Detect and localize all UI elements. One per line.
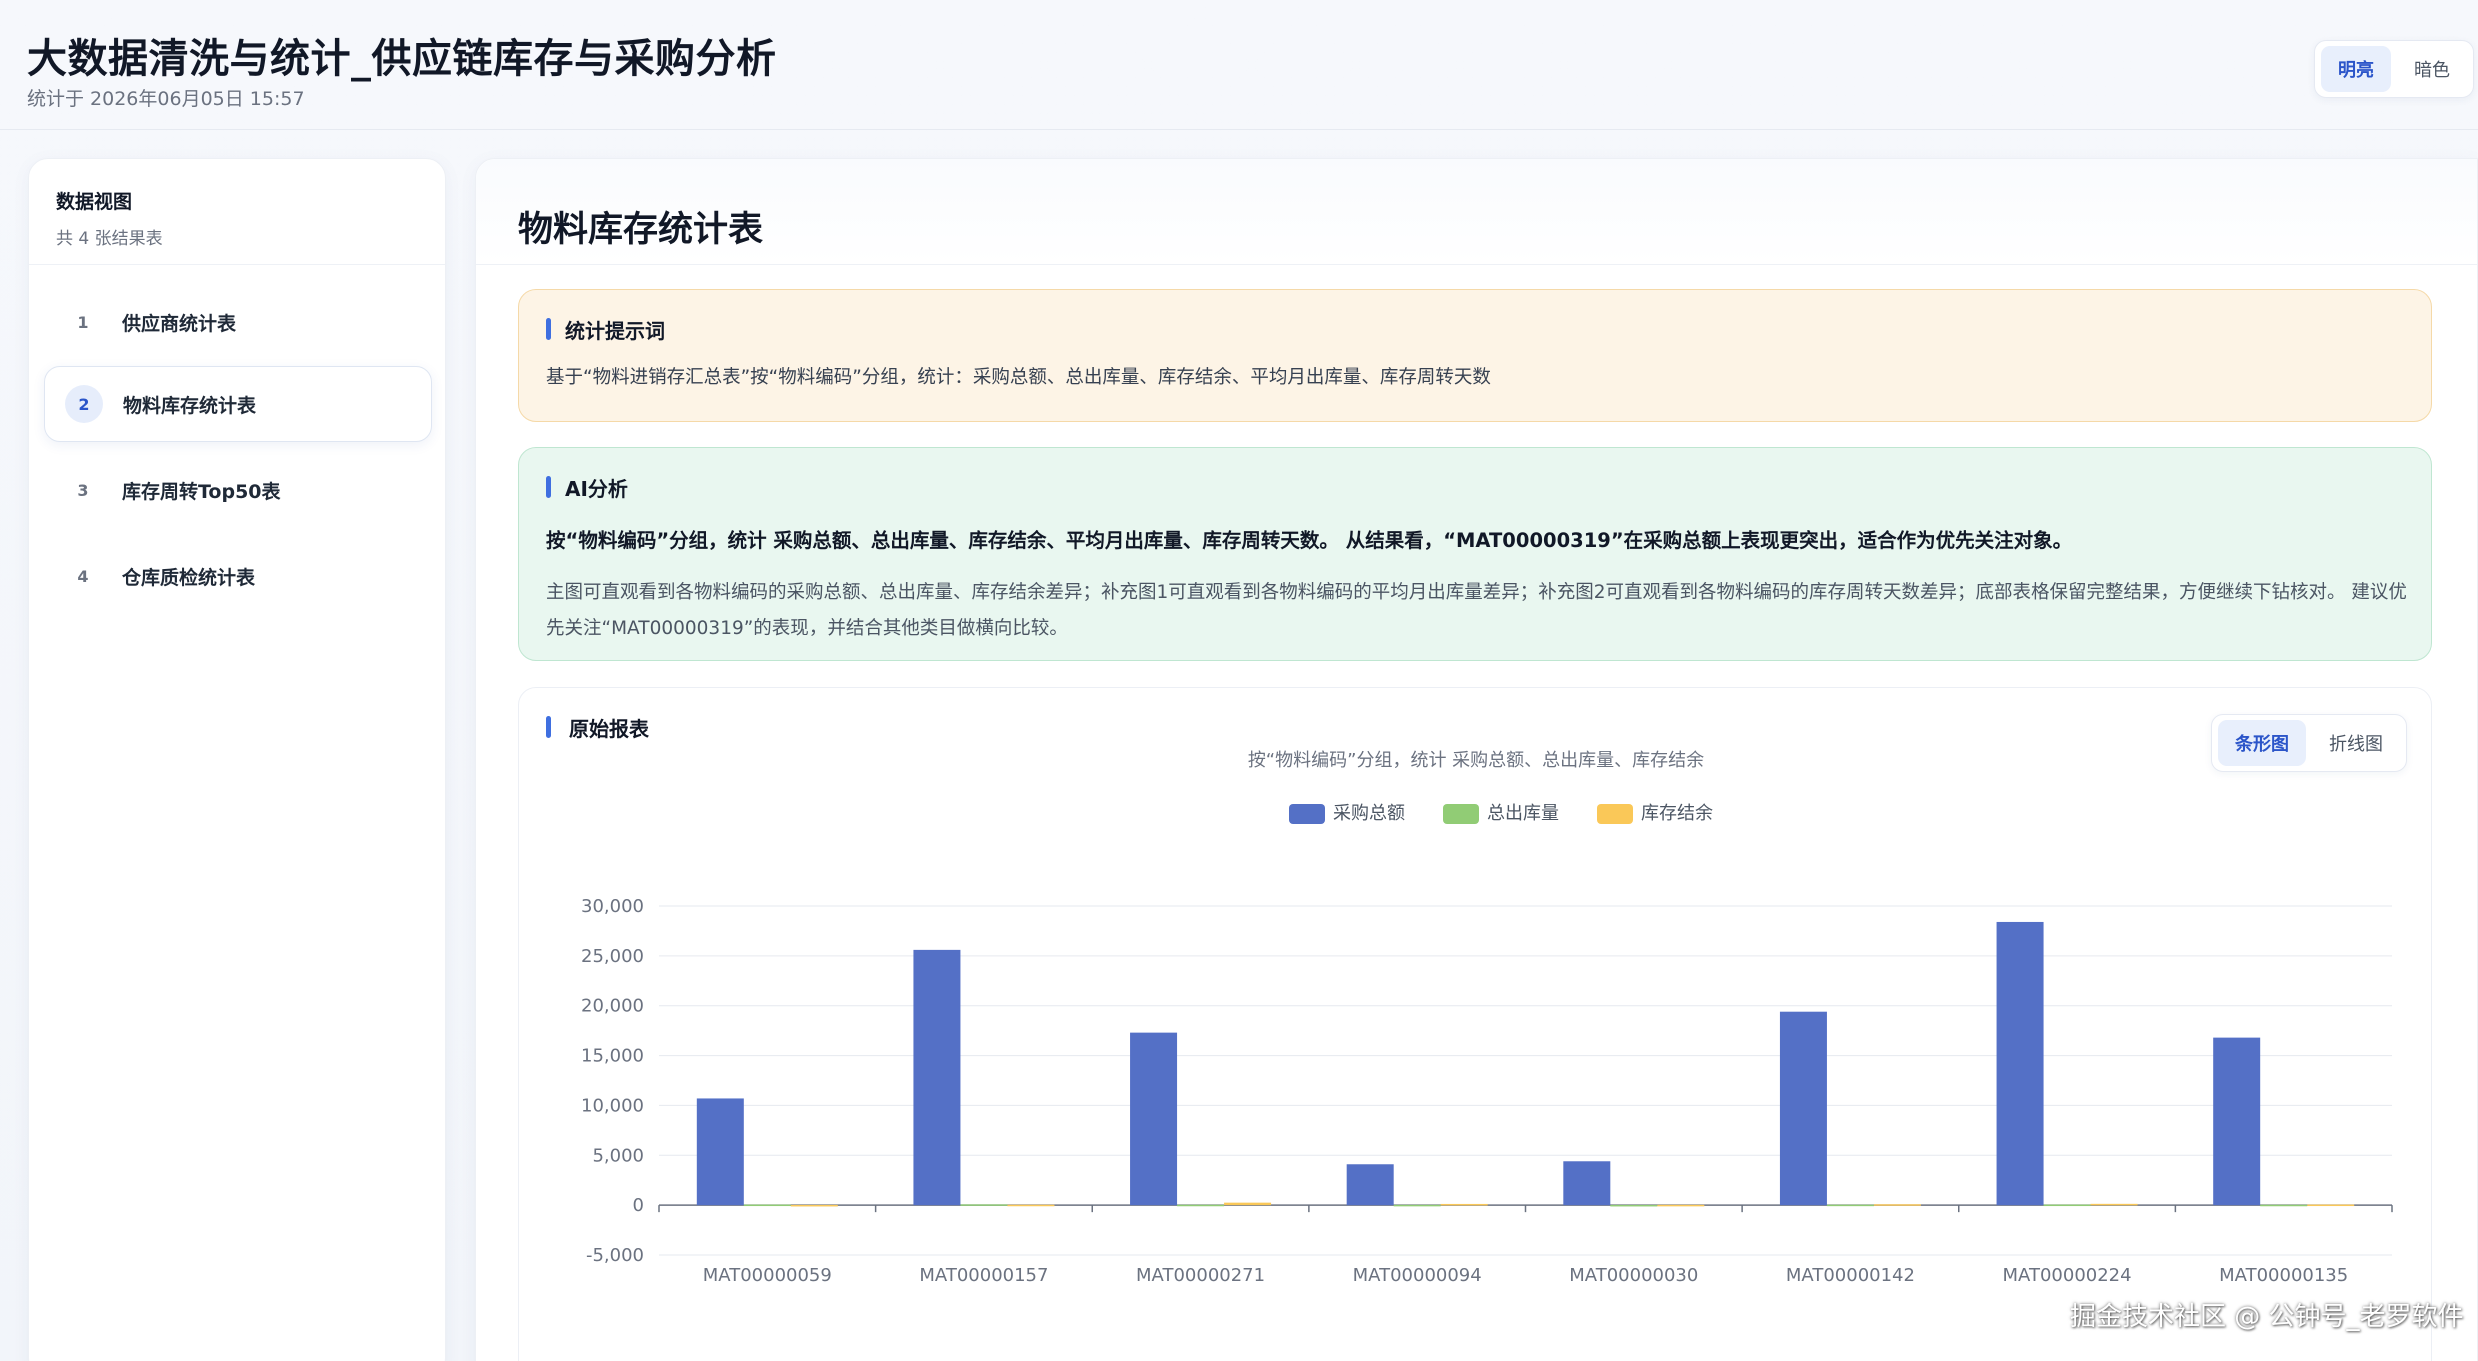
bar-purchase-total bbox=[913, 949, 961, 1206]
section-accent-bar bbox=[546, 476, 551, 498]
bar-total-outbound bbox=[1177, 1204, 1225, 1207]
prompt-card: 统计提示词 基于“物料进销存汇总表”按“物料编码”分组，统计：采购总额、总出库量… bbox=[518, 289, 2432, 422]
legend-label: 采购总额 bbox=[1333, 803, 1405, 824]
theme-dark-button[interactable]: 暗色 bbox=[2397, 46, 2467, 92]
sidebar-item-number: 1 bbox=[77, 312, 89, 332]
x-tick-label: MAT00000094 bbox=[1353, 1265, 1482, 1286]
bar-purchase-total bbox=[1779, 1011, 1827, 1206]
app-subtitle: 统计于 2026年06月05日 15:57 bbox=[27, 88, 305, 110]
bar-total-outbound bbox=[1826, 1204, 1874, 1207]
sidebar-item-number: 4 bbox=[77, 566, 89, 586]
x-tick-label: MAT00000224 bbox=[2003, 1265, 2132, 1286]
sidebar-item-label: 仓库质检统计表 bbox=[122, 566, 256, 589]
chart-title: 按“物料编码”分组，统计 采购总额、总出库量、库存结余 bbox=[1247, 750, 1705, 771]
ai-card-detail: 主图可直观看到各物料编码的采购总额、总出库量、库存结余差异；补充图1可直观看到各… bbox=[546, 582, 2407, 639]
sidebar-item-label: 供应商统计表 bbox=[122, 312, 237, 335]
bar-total-outbound bbox=[743, 1204, 791, 1207]
ai-card-title: AI分析 bbox=[565, 477, 628, 501]
x-tick-label: MAT00000030 bbox=[1569, 1265, 1698, 1286]
ai-card-highlight: 按“物料编码”分组，统计 采购总额、总出库量、库存结余、平均月出库量、库存周转天… bbox=[546, 529, 2073, 552]
y-tick-label: 0 bbox=[633, 1195, 644, 1216]
y-tick-label: 15,000 bbox=[581, 1046, 644, 1067]
prompt-card-title: 统计提示词 bbox=[565, 319, 665, 343]
y-tick-label: -5,000 bbox=[586, 1245, 644, 1266]
main-header bbox=[476, 159, 2477, 265]
app-header: 大数据清洗与统计_供应链库存与采购分析 统计于 2026年06月05日 15:5… bbox=[0, 0, 2478, 130]
bar-stock-balance bbox=[1873, 1204, 1921, 1206]
bar-purchase-total bbox=[1563, 1161, 1611, 1206]
page-title: 物料库存统计表 bbox=[518, 210, 764, 250]
bar-stock-balance bbox=[1007, 1204, 1055, 1207]
bar-stock-balance bbox=[2090, 1203, 2138, 1206]
x-tick-label: MAT00000059 bbox=[703, 1265, 832, 1286]
sidebar-item-turnover-top50[interactable]: 3 库存周转Top50表 bbox=[44, 452, 432, 528]
y-tick-label: 10,000 bbox=[581, 1095, 644, 1116]
sidebar-title: 数据视图 bbox=[56, 191, 133, 213]
sidebar-item-material-inventory-stats[interactable]: 2 物料库存统计表 bbox=[44, 366, 432, 442]
x-tick-label: MAT00000271 bbox=[1136, 1265, 1265, 1286]
bar-purchase-total bbox=[2213, 1037, 2261, 1206]
bar-stock-balance bbox=[1440, 1203, 1488, 1206]
sidebar: 数据视图 共 4 张结果表 1 供应商统计表 2 物料库存统计表 3 库存周转T… bbox=[28, 158, 446, 1361]
main-panel: 物料库存统计表 统计提示词 基于“物料进销存汇总表”按“物料编码”分组，统计：采… bbox=[475, 158, 2478, 1361]
legend-swatch bbox=[1289, 804, 1325, 824]
sidebar-count: 共 4 张结果表 bbox=[56, 229, 163, 249]
bar-total-outbound bbox=[2043, 1204, 2091, 1207]
legend-swatch bbox=[1443, 804, 1479, 824]
sidebar-header: 数据视图 共 4 张结果表 bbox=[29, 159, 445, 265]
x-tick-label: MAT00000157 bbox=[919, 1265, 1048, 1286]
y-tick-label: 20,000 bbox=[581, 996, 644, 1017]
bar-total-outbound bbox=[1610, 1204, 1658, 1207]
bar-stock-balance bbox=[2307, 1204, 2355, 1207]
report-card: 原始报表 条形图 折线图 按“物料编码”分组，统计 采购总额、总出库量、库存结余… bbox=[518, 687, 2432, 1361]
sidebar-item-label: 物料库存统计表 bbox=[123, 394, 257, 417]
theme-light-button[interactable]: 明亮 bbox=[2321, 46, 2391, 92]
legend-label: 库存结余 bbox=[1641, 803, 1713, 824]
bar-purchase-total bbox=[1346, 1164, 1394, 1206]
watermark: 掘金技术社区 @ 公钟号_老罗软件 bbox=[2070, 1302, 2464, 1332]
sidebar-item-supplier-stats[interactable]: 1 供应商统计表 bbox=[44, 284, 432, 360]
bar-stock-balance bbox=[790, 1204, 838, 1207]
bar-purchase-total bbox=[1130, 1032, 1178, 1206]
bar-total-outbound bbox=[1393, 1204, 1441, 1207]
x-tick-label: MAT00000142 bbox=[1786, 1265, 1915, 1286]
section-accent-bar bbox=[546, 318, 551, 340]
sidebar-item-number: 2 bbox=[65, 385, 103, 423]
y-tick-label: 5,000 bbox=[592, 1145, 644, 1166]
bar-purchase-total bbox=[696, 1098, 744, 1206]
legend-swatch bbox=[1597, 804, 1633, 824]
y-tick-label: 30,000 bbox=[581, 896, 644, 917]
theme-switch: 明亮 暗色 bbox=[2314, 40, 2474, 98]
legend-label: 总出库量 bbox=[1487, 803, 1559, 824]
bar-chart: 采购总额 总出库量 库存结余 -5,000 0 5,000 10,000 15,000 20,0… bbox=[581, 803, 2393, 1286]
sidebar-item-label: 库存周转Top50表 bbox=[122, 480, 281, 503]
sidebar-item-warehouse-qc-stats[interactable]: 4 仓库质检统计表 bbox=[44, 538, 432, 614]
ai-analysis-card: AI分析 按“物料编码”分组，统计 采购总额、总出库量、库存结余、平均月出库量、… bbox=[518, 447, 2432, 661]
bar-stock-balance bbox=[1224, 1202, 1272, 1206]
bar-total-outbound bbox=[2260, 1204, 2308, 1207]
bar-stock-balance bbox=[1657, 1204, 1705, 1207]
report-card-title: 原始报表 bbox=[569, 717, 649, 741]
prompt-card-text: 基于“物料进销存汇总表”按“物料编码”分组，统计：采购总额、总出库量、库存结余、… bbox=[546, 367, 1491, 388]
sidebar-item-number: 3 bbox=[77, 480, 89, 500]
app-title: 大数据清洗与统计_供应链库存与采购分析 bbox=[27, 36, 777, 82]
section-accent-bar bbox=[546, 716, 551, 738]
bar-total-outbound bbox=[960, 1204, 1008, 1206]
bar-purchase-total bbox=[1996, 921, 2044, 1206]
y-tick-label: 25,000 bbox=[581, 946, 644, 967]
x-tick-label: MAT00000135 bbox=[2219, 1265, 2348, 1286]
